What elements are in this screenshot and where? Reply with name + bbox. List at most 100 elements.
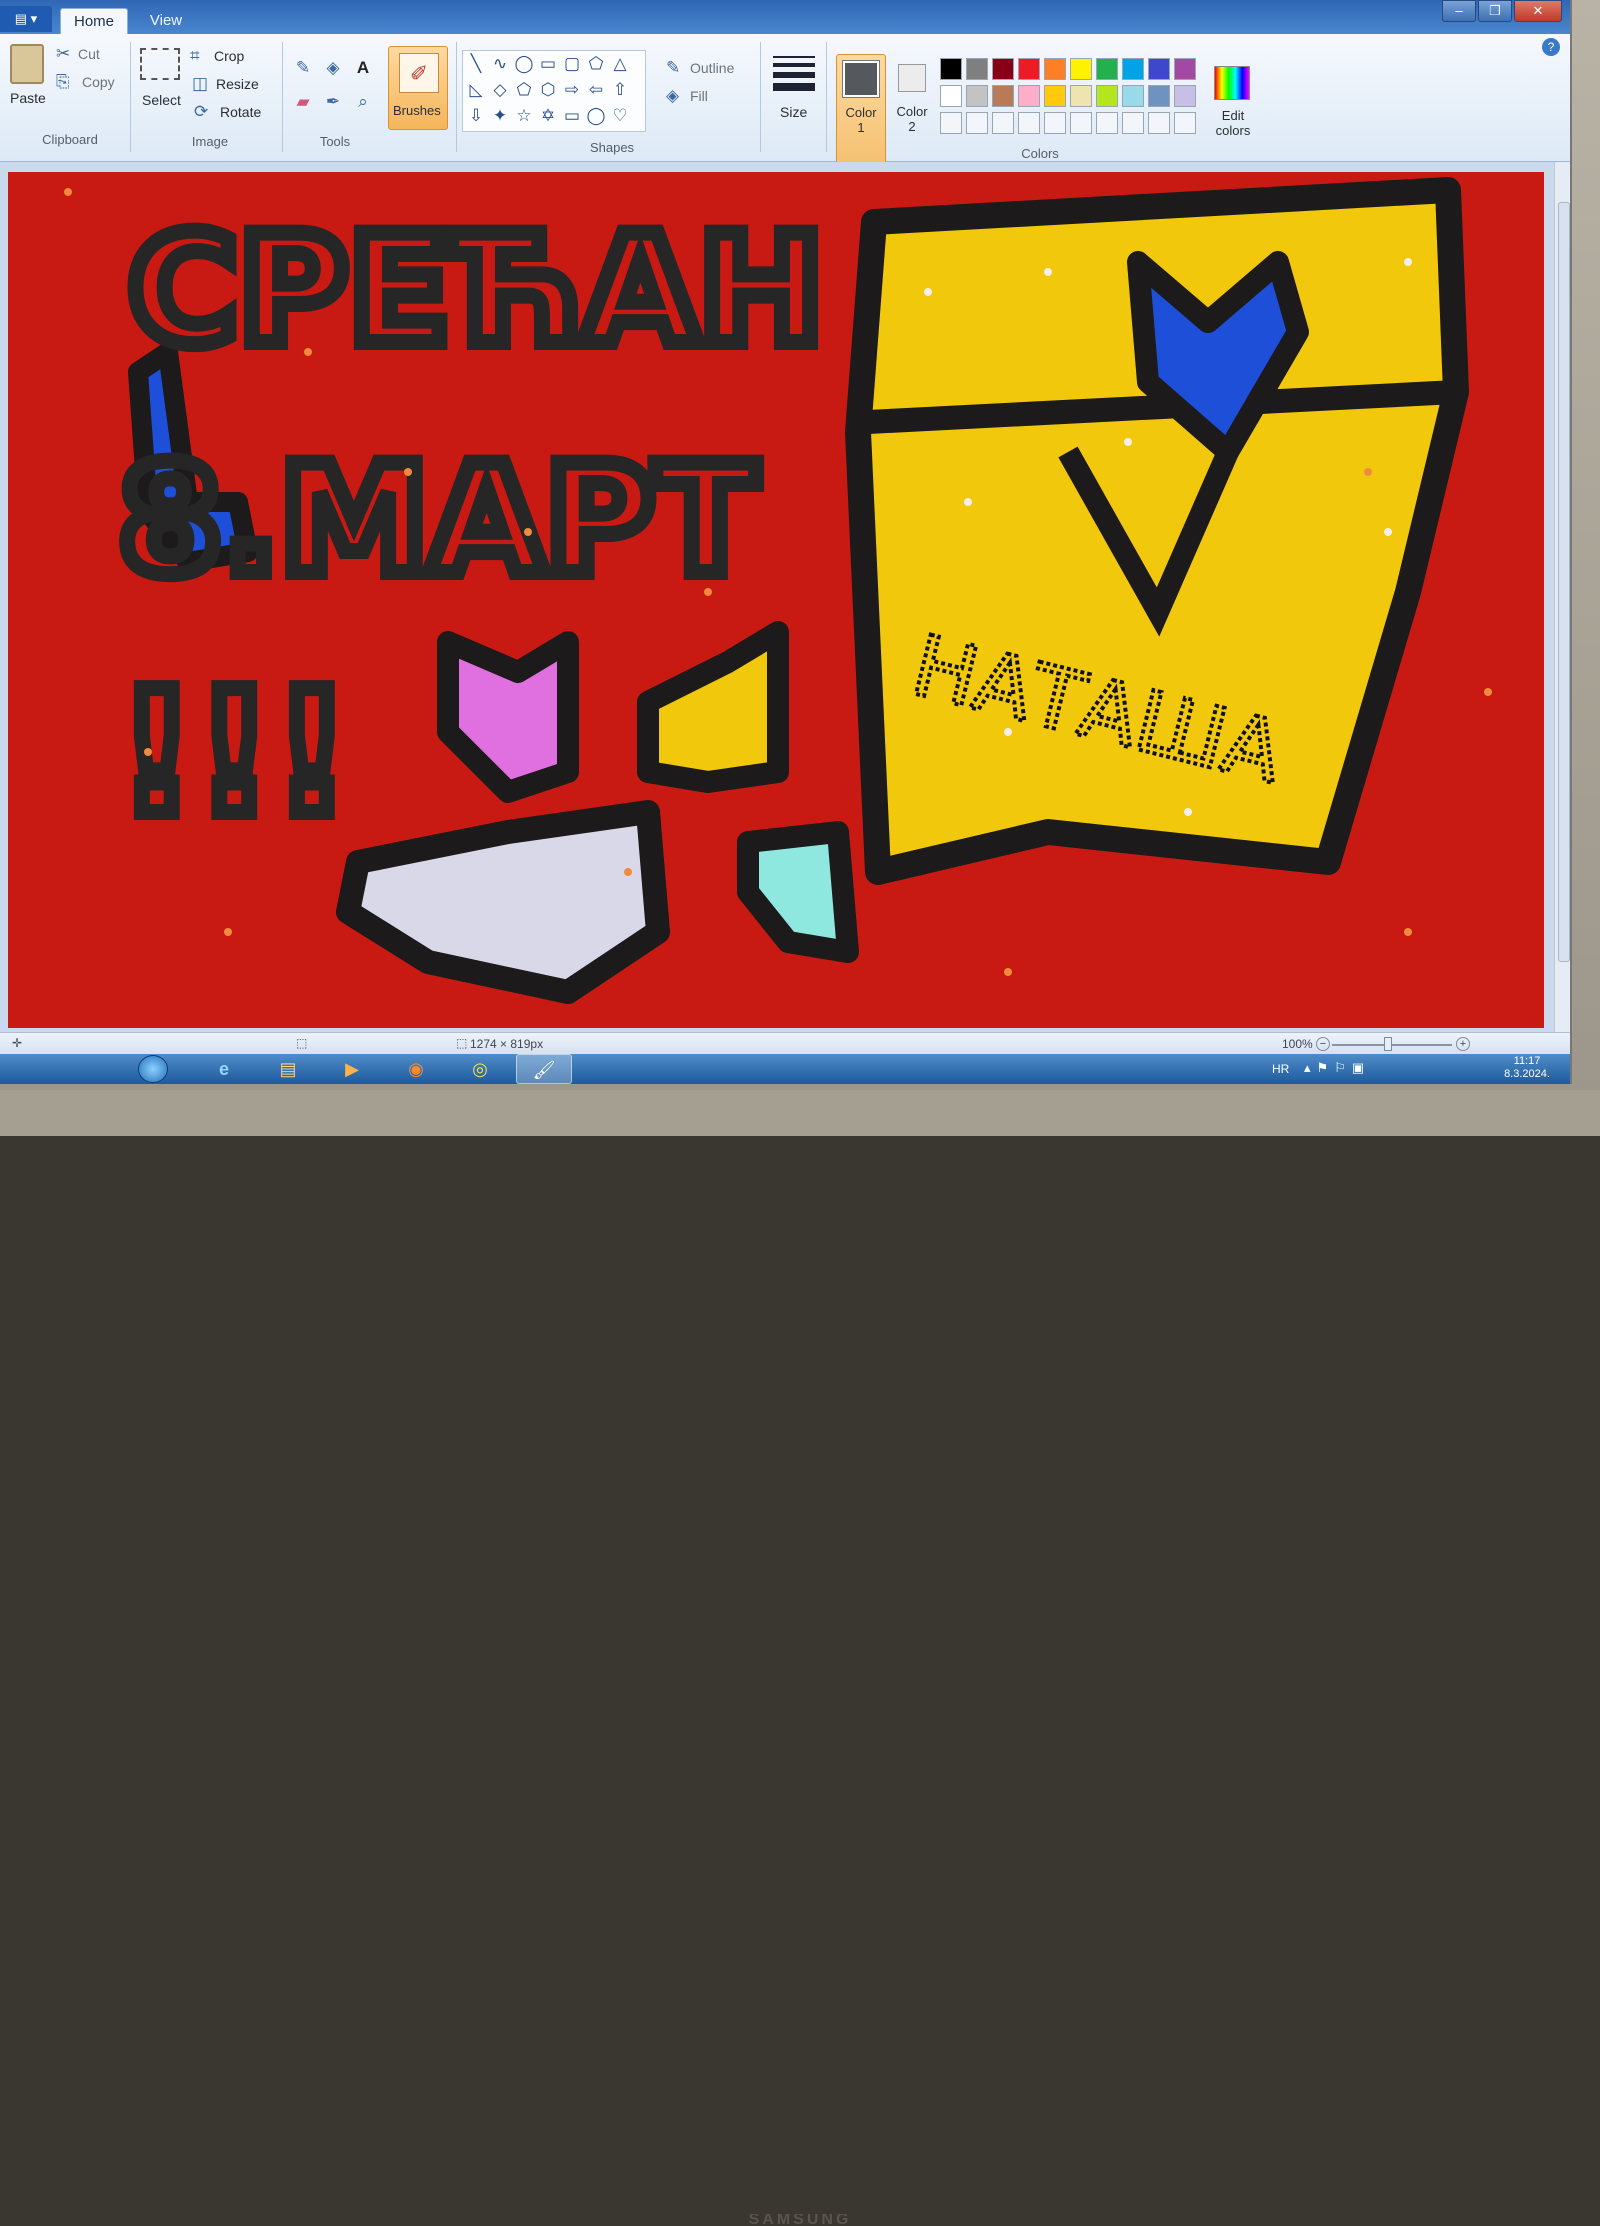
- palette-color-cell[interactable]: [1070, 58, 1092, 80]
- tab-home[interactable]: Home: [60, 8, 128, 34]
- palette-color-cell[interactable]: [1096, 58, 1118, 80]
- chrome-icon[interactable]: ◎: [452, 1054, 508, 1084]
- palette-color-cell[interactable]: [1174, 58, 1196, 80]
- brushes-button[interactable]: ✐ Brushes: [388, 46, 448, 130]
- paint-taskbar-icon[interactable]: 🖌: [516, 1054, 572, 1084]
- paste-icon[interactable]: [10, 44, 44, 84]
- size-button[interactable]: Size: [780, 104, 807, 120]
- pencil-icon[interactable]: ✎: [292, 58, 314, 78]
- color1-button[interactable]: Color 1: [836, 54, 886, 170]
- six-point-star-icon[interactable]: ✡: [537, 105, 559, 127]
- maximize-button[interactable]: ❐: [1478, 0, 1512, 22]
- polygon-shape-icon[interactable]: ⬠: [585, 53, 607, 75]
- palette-color-cell[interactable]: [940, 58, 962, 80]
- palette-color-cell[interactable]: [966, 85, 988, 107]
- palette-color-cell[interactable]: [1096, 85, 1118, 107]
- line-shape-icon[interactable]: ╲: [465, 53, 487, 75]
- palette-color-cell[interactable]: [1148, 58, 1170, 80]
- zoom-slider-thumb[interactable]: [1384, 1037, 1392, 1051]
- tab-view[interactable]: View: [136, 8, 196, 34]
- zoom-in-button[interactable]: +: [1456, 1037, 1470, 1051]
- four-point-star-icon[interactable]: ✦: [489, 105, 511, 127]
- diamond-shape-icon[interactable]: ◇: [489, 79, 511, 101]
- palette-color-cell[interactable]: [992, 112, 1014, 134]
- resize-button[interactable]: Resize: [216, 76, 259, 92]
- rotate-button[interactable]: Rotate: [220, 104, 261, 120]
- palette-color-cell[interactable]: [1174, 85, 1196, 107]
- left-arrow-icon[interactable]: ⇦: [585, 79, 607, 101]
- edit-colors-icon[interactable]: [1214, 66, 1250, 100]
- palette-color-cell[interactable]: [1148, 85, 1170, 107]
- select-icon[interactable]: [140, 48, 180, 80]
- paste-button[interactable]: Paste: [10, 90, 46, 106]
- palette-color-cell[interactable]: [1122, 112, 1144, 134]
- down-arrow-icon[interactable]: ⇩: [465, 105, 487, 127]
- edit-colors-button[interactable]: Edit colors: [1208, 108, 1258, 138]
- fill-dropdown[interactable]: Fill: [690, 88, 708, 104]
- palette-color-cell[interactable]: [1174, 112, 1196, 134]
- help-icon[interactable]: ?: [1542, 38, 1560, 56]
- hexagon-shape-icon[interactable]: ⬡: [537, 79, 559, 101]
- language-indicator[interactable]: HR: [1272, 1062, 1289, 1076]
- color-picker-icon[interactable]: ✒: [322, 92, 344, 112]
- close-button[interactable]: ✕: [1514, 0, 1562, 22]
- palette-color-cell[interactable]: [1044, 85, 1066, 107]
- palette-color-cell[interactable]: [992, 58, 1014, 80]
- triangle-shape-icon[interactable]: △: [609, 53, 631, 75]
- tray-icons[interactable]: ▴⚑⚐▣: [1304, 1060, 1370, 1076]
- rounded-rectangle-icon[interactable]: ▢: [561, 53, 583, 75]
- palette-color-cell[interactable]: [1070, 112, 1092, 134]
- outline-dropdown[interactable]: Outline: [690, 60, 734, 76]
- callout-rect-icon[interactable]: ▭: [561, 105, 583, 127]
- right-arrow-icon[interactable]: ⇨: [561, 79, 583, 101]
- select-button[interactable]: Select: [142, 92, 181, 108]
- callout-oval-icon[interactable]: ◯: [585, 105, 607, 127]
- scrollbar-thumb[interactable]: [1558, 202, 1570, 962]
- palette-color-cell[interactable]: [1018, 58, 1040, 80]
- color2-swatch[interactable]: [898, 64, 926, 92]
- palette-color-cell[interactable]: [940, 85, 962, 107]
- palette-color-cell[interactable]: [1070, 85, 1092, 107]
- right-triangle-icon[interactable]: ◺: [465, 79, 487, 101]
- fill-bucket-icon[interactable]: ◈: [322, 58, 344, 78]
- palette-color-cell[interactable]: [1044, 112, 1066, 134]
- palette-color-cell[interactable]: [992, 85, 1014, 107]
- palette-color-cell[interactable]: [966, 112, 988, 134]
- vertical-scrollbar[interactable]: [1554, 162, 1570, 1032]
- palette-color-cell[interactable]: [1018, 85, 1040, 107]
- curve-shape-icon[interactable]: ∿: [489, 53, 511, 75]
- palette-color-cell[interactable]: [1044, 58, 1066, 80]
- palette-color-cell[interactable]: [966, 58, 988, 80]
- paint-menu-button[interactable]: ▤ ▾: [0, 6, 52, 32]
- palette-color-cell[interactable]: [1096, 112, 1118, 134]
- media-player-icon[interactable]: ▶: [324, 1054, 380, 1084]
- zoom-slider-track[interactable]: [1332, 1044, 1452, 1046]
- zoom-out-button[interactable]: −: [1316, 1037, 1330, 1051]
- pentagon-shape-icon[interactable]: ⬠: [513, 79, 535, 101]
- cut-button[interactable]: Cut: [78, 46, 100, 62]
- up-arrow-icon[interactable]: ⇧: [609, 79, 631, 101]
- clock[interactable]: 11:17 8.3.2024.: [1492, 1055, 1562, 1081]
- copy-button[interactable]: Copy: [82, 74, 115, 90]
- five-point-star-icon[interactable]: ☆: [513, 105, 535, 127]
- palette-color-cell[interactable]: [940, 112, 962, 134]
- eraser-icon[interactable]: ▰: [292, 92, 314, 112]
- minimize-button[interactable]: –: [1442, 0, 1476, 22]
- palette-color-cell[interactable]: [1122, 58, 1144, 80]
- file-explorer-icon[interactable]: ▤: [260, 1054, 316, 1084]
- rectangle-shape-icon[interactable]: ▭: [537, 53, 559, 75]
- palette-color-cell[interactable]: [1018, 112, 1040, 134]
- magnifier-icon[interactable]: ⌕: [352, 92, 374, 112]
- drawing-canvas[interactable]: СРЕЋАН 8.МАРТ !!! НАТАША: [8, 172, 1544, 1028]
- color2-label[interactable]: Color 2: [892, 104, 932, 134]
- internet-explorer-icon[interactable]: e: [196, 1054, 252, 1084]
- start-button[interactable]: [138, 1055, 168, 1083]
- heart-shape-icon[interactable]: ♡: [609, 105, 631, 127]
- firefox-icon[interactable]: ◉: [388, 1054, 444, 1084]
- crop-button[interactable]: Crop: [214, 48, 244, 64]
- palette-color-cell[interactable]: [1148, 112, 1170, 134]
- size-lines-icon[interactable]: [773, 56, 815, 94]
- palette-color-cell[interactable]: [1122, 85, 1144, 107]
- oval-shape-icon[interactable]: ◯: [513, 53, 535, 75]
- text-tool-icon[interactable]: A: [352, 58, 374, 78]
